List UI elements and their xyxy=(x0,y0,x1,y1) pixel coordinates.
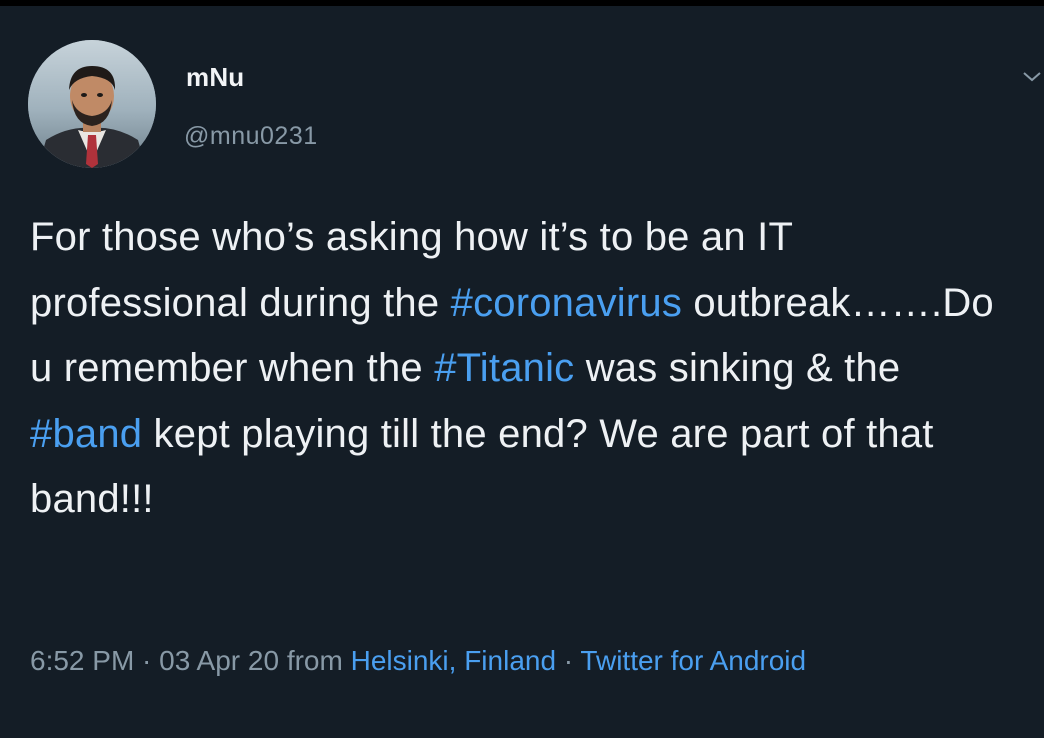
tweet-date[interactable]: 03 Apr 20 xyxy=(159,645,279,676)
location-link[interactable]: Helsinki, Finland xyxy=(351,645,556,676)
hashtag-band[interactable]: #band xyxy=(30,412,142,456)
meta-separator: · xyxy=(556,645,581,676)
chevron-down-icon[interactable] xyxy=(1020,64,1044,88)
meta-separator: · xyxy=(134,645,160,676)
tweet-text-segment: kept playing till the end? We are part o… xyxy=(30,411,934,522)
tweet-card: mNu @mnu0231 For those who’s asking how … xyxy=(0,6,1044,738)
from-label: from xyxy=(279,645,351,676)
username-handle[interactable]: @mnu0231 xyxy=(184,122,318,151)
tweet-text: For those who’s asking how it’s to be an… xyxy=(30,205,1020,533)
client-link[interactable]: Twitter for Android xyxy=(580,645,806,676)
hashtag-titanic[interactable]: #Titanic xyxy=(434,346,574,390)
display-name[interactable]: mNu xyxy=(186,62,244,93)
tweet-text-segment: was sinking & the xyxy=(574,346,901,390)
hashtag-coronavirus[interactable]: #coronavirus xyxy=(451,281,682,325)
avatar-photo xyxy=(28,40,156,168)
avatar[interactable] xyxy=(28,40,156,168)
tweet-time[interactable]: 6:52 PM xyxy=(30,645,134,676)
tweet-meta: 6:52 PM · 03 Apr 20 from Helsinki, Finla… xyxy=(30,637,1010,685)
